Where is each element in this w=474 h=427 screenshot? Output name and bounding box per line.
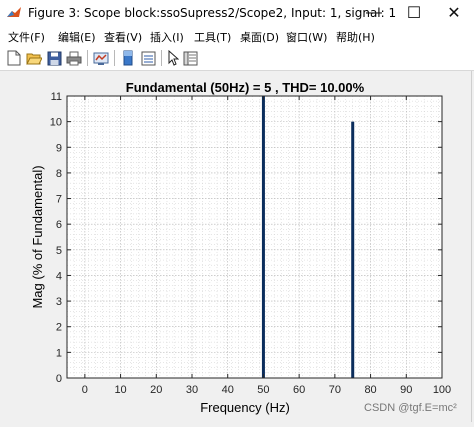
window-right-border bbox=[471, 71, 472, 422]
menu-desktop[interactable]: 桌面(D) bbox=[240, 29, 279, 45]
y-tick-label: 11 bbox=[51, 91, 62, 103]
maximize-button[interactable]: ☐ bbox=[394, 0, 434, 26]
minimize-icon: — bbox=[366, 4, 382, 21]
menu-help[interactable]: 帮助(H) bbox=[336, 29, 375, 45]
y-tick-label: 0 bbox=[56, 373, 62, 385]
plot-area[interactable] bbox=[67, 96, 442, 378]
save-icon bbox=[47, 51, 61, 65]
menu-window[interactable]: 窗口(W) bbox=[286, 29, 327, 45]
minimize-button[interactable]: — bbox=[354, 0, 394, 26]
y-tick-label: 7 bbox=[56, 194, 62, 206]
property-inspector-icon bbox=[183, 51, 197, 65]
figure-area: Fundamental (50Hz) = 5 , THD= 10.00% 0 10… bbox=[0, 71, 474, 422]
toolbar-separator bbox=[114, 50, 115, 66]
x-tick-label: 30 bbox=[186, 384, 198, 396]
y-tick-label: 5 bbox=[56, 245, 62, 257]
watermark: CSDN @tgf.E=mc² bbox=[364, 402, 457, 414]
maximize-icon: ☐ bbox=[406, 5, 422, 22]
x-tick-label: 90 bbox=[400, 384, 412, 396]
window-title: Figure 3: Scope block:ssoSupress2/Scope2… bbox=[28, 6, 397, 20]
open-icon bbox=[26, 53, 42, 65]
bar bbox=[261, 96, 265, 378]
matlab-figure-icon bbox=[7, 7, 21, 17]
menu-edit[interactable]: 编辑(E) bbox=[58, 29, 96, 45]
chart-title: Fundamental (50Hz) = 5 , THD= 10.00% bbox=[126, 80, 365, 95]
new-figure-button[interactable] bbox=[5, 49, 23, 67]
y-axis-label: Mag (% of Fundamental) bbox=[30, 165, 45, 308]
insert-legend-button[interactable] bbox=[139, 49, 157, 67]
menu-tools[interactable]: 工具(T) bbox=[194, 29, 231, 45]
save-button[interactable] bbox=[45, 49, 63, 67]
x-axis-label: Frequency (Hz) bbox=[200, 400, 290, 415]
open-button[interactable] bbox=[25, 49, 43, 67]
toolbar-separator bbox=[87, 50, 88, 66]
edit-plot-button[interactable] bbox=[164, 49, 182, 67]
x-tick-label: 50 bbox=[257, 384, 269, 396]
print-icon bbox=[66, 51, 82, 65]
x-tick-label: 40 bbox=[222, 384, 234, 396]
x-tick-label: 10 bbox=[114, 384, 126, 396]
print-button[interactable] bbox=[65, 49, 83, 67]
y-tick-label: 10 bbox=[50, 117, 62, 129]
pointer-icon bbox=[168, 50, 179, 66]
toolbar bbox=[0, 46, 474, 71]
insert-legend-icon bbox=[141, 51, 155, 65]
y-tick-label: 2 bbox=[56, 322, 62, 334]
insert-colorbar-icon bbox=[123, 50, 133, 66]
menu-insert[interactable]: 插入(I) bbox=[150, 29, 184, 45]
x-tick-label: 80 bbox=[364, 384, 376, 396]
toolbar-separator bbox=[161, 50, 162, 66]
menu-view[interactable]: 查看(V) bbox=[104, 29, 142, 45]
close-button[interactable]: ✕ bbox=[434, 0, 474, 26]
y-tick-label: 6 bbox=[56, 219, 62, 231]
y-tick-label: 3 bbox=[56, 296, 62, 308]
link-plot-button[interactable] bbox=[92, 49, 110, 67]
menu-bar: 文件(F) 编辑(E) 查看(V) 插入(I) 工具(T) 桌面(D) 窗口(W… bbox=[0, 26, 474, 46]
x-tick-label: 20 bbox=[150, 384, 162, 396]
new-figure-icon bbox=[7, 50, 21, 66]
y-tick-label: 8 bbox=[56, 168, 62, 180]
y-tick-label: 9 bbox=[56, 142, 62, 154]
x-tick-label: 70 bbox=[329, 384, 341, 396]
menu-file[interactable]: 文件(F) bbox=[8, 29, 45, 45]
fft-chart: Fundamental (50Hz) = 5 , THD= 10.00% 0 10… bbox=[30, 80, 451, 415]
x-tick-label: 100 bbox=[433, 384, 451, 396]
y-tick-label: 4 bbox=[56, 270, 62, 282]
close-icon: ✕ bbox=[447, 5, 461, 22]
y-tick-label: 1 bbox=[56, 347, 62, 359]
x-tick-label: 0 bbox=[82, 384, 88, 396]
x-tick-label: 60 bbox=[293, 384, 305, 396]
window-titlebar: Figure 3: Scope block:ssoSupress2/Scope2… bbox=[0, 0, 474, 26]
insert-colorbar-button[interactable] bbox=[119, 49, 137, 67]
property-inspector-button[interactable] bbox=[181, 49, 199, 67]
bar bbox=[351, 121, 355, 379]
link-plot-icon bbox=[93, 52, 109, 65]
